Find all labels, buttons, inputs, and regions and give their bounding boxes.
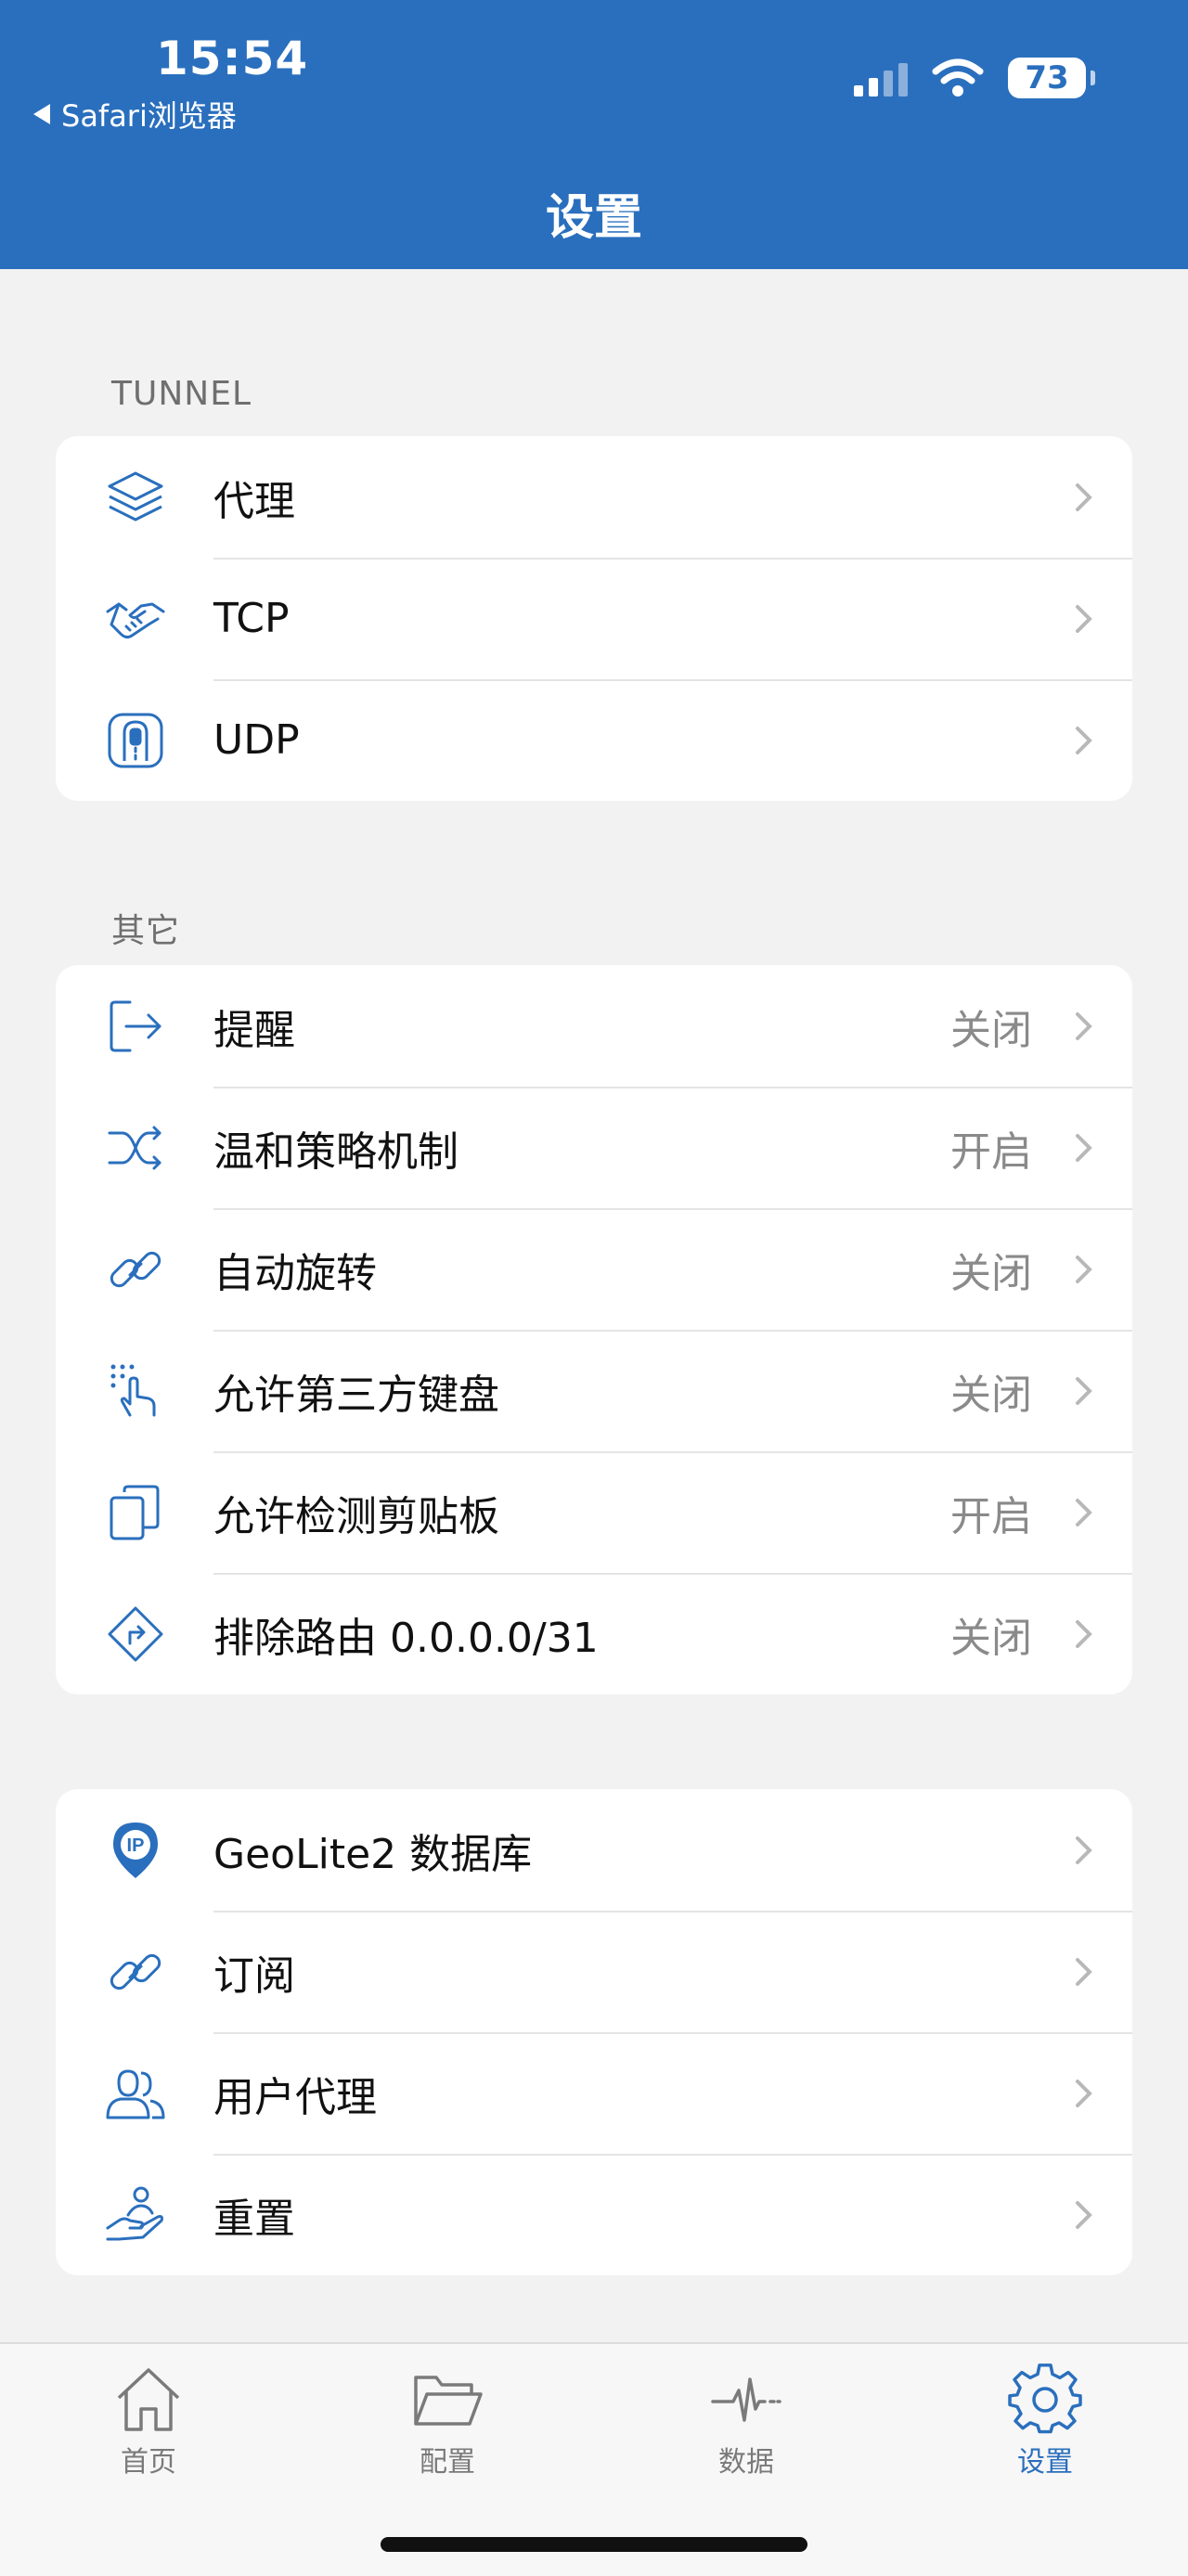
settings-row-value: 关闭 [950, 1249, 1032, 1297]
settings-row-third-party-keyboard[interactable]: 允许第三方键盘 关闭 [56, 1330, 1132, 1451]
settings-row-auto-rotate[interactable]: 自动旋转 关闭 [56, 1208, 1132, 1330]
chevron-right-icon [1076, 1958, 1092, 1986]
copy-icon [110, 1485, 160, 1540]
shuffle-icon [108, 1126, 161, 1170]
settings-row-subscription[interactable]: 订阅 [56, 1911, 1132, 2032]
chevron-right-icon [1076, 1012, 1092, 1040]
chevron-right-icon [1076, 2080, 1092, 2107]
chevron-right-icon [1076, 1256, 1092, 1283]
cellular-signal-icon [854, 59, 908, 97]
tab-label: 设置 [1017, 2446, 1073, 2479]
chevron-right-icon [1076, 1499, 1092, 1526]
chevron-right-icon [1076, 2201, 1092, 2229]
settings-row-proxy[interactable]: 代理 [56, 436, 1132, 558]
chevron-right-icon [1076, 1134, 1092, 1162]
users-icon [106, 2069, 165, 2119]
back-label: Safari浏览器 [61, 98, 237, 134]
chevron-right-icon [1076, 1620, 1092, 1648]
navigation-header: 15:54 Safari浏览器 73 设置 [0, 0, 1188, 269]
settings-row-label: 温和策略机制 [213, 1127, 458, 1176]
misc-settings-group: IP GeoLite2 数据库 订阅 用户代理 重置 [56, 1789, 1132, 2275]
other-settings-group: 提醒 关闭 温和策略机制 开启 自动旋转 关闭 允许第三方键盘 关闭 允许检测剪… [56, 965, 1132, 1694]
settings-row-label: 允许第三方键盘 [213, 1371, 499, 1419]
folder-icon [414, 2376, 483, 2426]
settings-row-label: 代理 [213, 477, 295, 525]
settings-row-geolite2[interactable]: IP GeoLite2 数据库 [56, 1789, 1132, 1911]
settings-row-label: UDP [213, 716, 300, 764]
tab-config[interactable]: 配置 [355, 2363, 540, 2479]
handshake-icon [106, 602, 165, 639]
status-time: 15:54 [156, 32, 309, 85]
pulse-icon [711, 2377, 781, 2422]
udp-icon [108, 713, 163, 768]
settings-row-exclude-route[interactable]: 排除路由 0.0.0.0/31 关闭 [56, 1573, 1132, 1694]
svg-text:IP: IP [127, 1835, 145, 1856]
settings-row-label: 订阅 [213, 1951, 295, 2000]
tab-home[interactable]: 首页 [56, 2363, 241, 2479]
chevron-right-icon [1076, 1377, 1092, 1405]
home-indicator [381, 2537, 807, 2552]
settings-row-reset[interactable]: 重置 [56, 2154, 1132, 2275]
gear-icon [1008, 2363, 1082, 2434]
tab-data[interactable]: 数据 [653, 2363, 839, 2479]
page-title: 设置 [545, 190, 642, 246]
home-icon [117, 2368, 180, 2431]
chevron-right-icon [1076, 1836, 1092, 1864]
exit-arrow-icon [110, 1000, 161, 1052]
wifi-icon [932, 58, 984, 97]
settings-row-label: 提醒 [213, 1006, 295, 1054]
link-icon [110, 1251, 161, 1288]
tab-label: 首页 [121, 2446, 176, 2479]
settings-row-label: 允许检测剪贴板 [213, 1492, 499, 1540]
settings-row-value: 关闭 [950, 1614, 1032, 1662]
settings-row-udp[interactable]: UDP [56, 679, 1132, 801]
settings-row-reminder[interactable]: 提醒 关闭 [56, 965, 1132, 1087]
settings-row-value: 关闭 [950, 1371, 1032, 1419]
settings-row-gentle-policy[interactable]: 温和策略机制 开启 [56, 1087, 1132, 1208]
section-label-other: 其它 [111, 912, 181, 950]
settings-row-label: 排除路由 0.0.0.0/31 [213, 1614, 599, 1662]
back-triangle-icon [33, 104, 50, 124]
section-label-tunnel: TUNNEL [111, 375, 252, 413]
settings-row-clipboard-detection[interactable]: 允许检测剪贴板 开启 [56, 1451, 1132, 1573]
tunnel-settings-group: 代理 TCP UDP [56, 436, 1132, 801]
settings-row-label: 重置 [213, 2195, 295, 2243]
settings-row-label: 用户代理 [213, 2073, 377, 2121]
settings-row-value: 关闭 [950, 1006, 1032, 1054]
tab-settings[interactable]: 设置 [952, 2363, 1138, 2479]
ip-pin-icon: IP [113, 1823, 158, 1878]
hand-coin-icon [106, 2186, 163, 2241]
settings-row-tcp[interactable]: TCP [56, 558, 1132, 679]
chevron-right-icon [1076, 483, 1092, 511]
layers-icon [108, 471, 163, 522]
tab-label: 配置 [420, 2446, 475, 2479]
settings-row-user-agent[interactable]: 用户代理 [56, 2032, 1132, 2154]
status-icons: 73 [854, 58, 1095, 98]
settings-row-label: GeoLite2 数据库 [213, 1830, 533, 1878]
tap-keyboard-icon [110, 1364, 156, 1417]
route-sign-icon [108, 1606, 163, 1662]
settings-row-value: 开启 [950, 1127, 1032, 1176]
chevron-right-icon [1076, 727, 1092, 754]
settings-row-value: 开启 [950, 1492, 1032, 1540]
settings-row-label: TCP [213, 595, 290, 642]
back-to-safari-button[interactable]: Safari浏览器 [33, 93, 237, 135]
battery-icon: 73 [1008, 58, 1095, 98]
tab-label: 数据 [718, 2446, 774, 2479]
link-icon [110, 1953, 161, 1990]
settings-row-label: 自动旋转 [213, 1249, 377, 1297]
chevron-right-icon [1076, 605, 1092, 633]
